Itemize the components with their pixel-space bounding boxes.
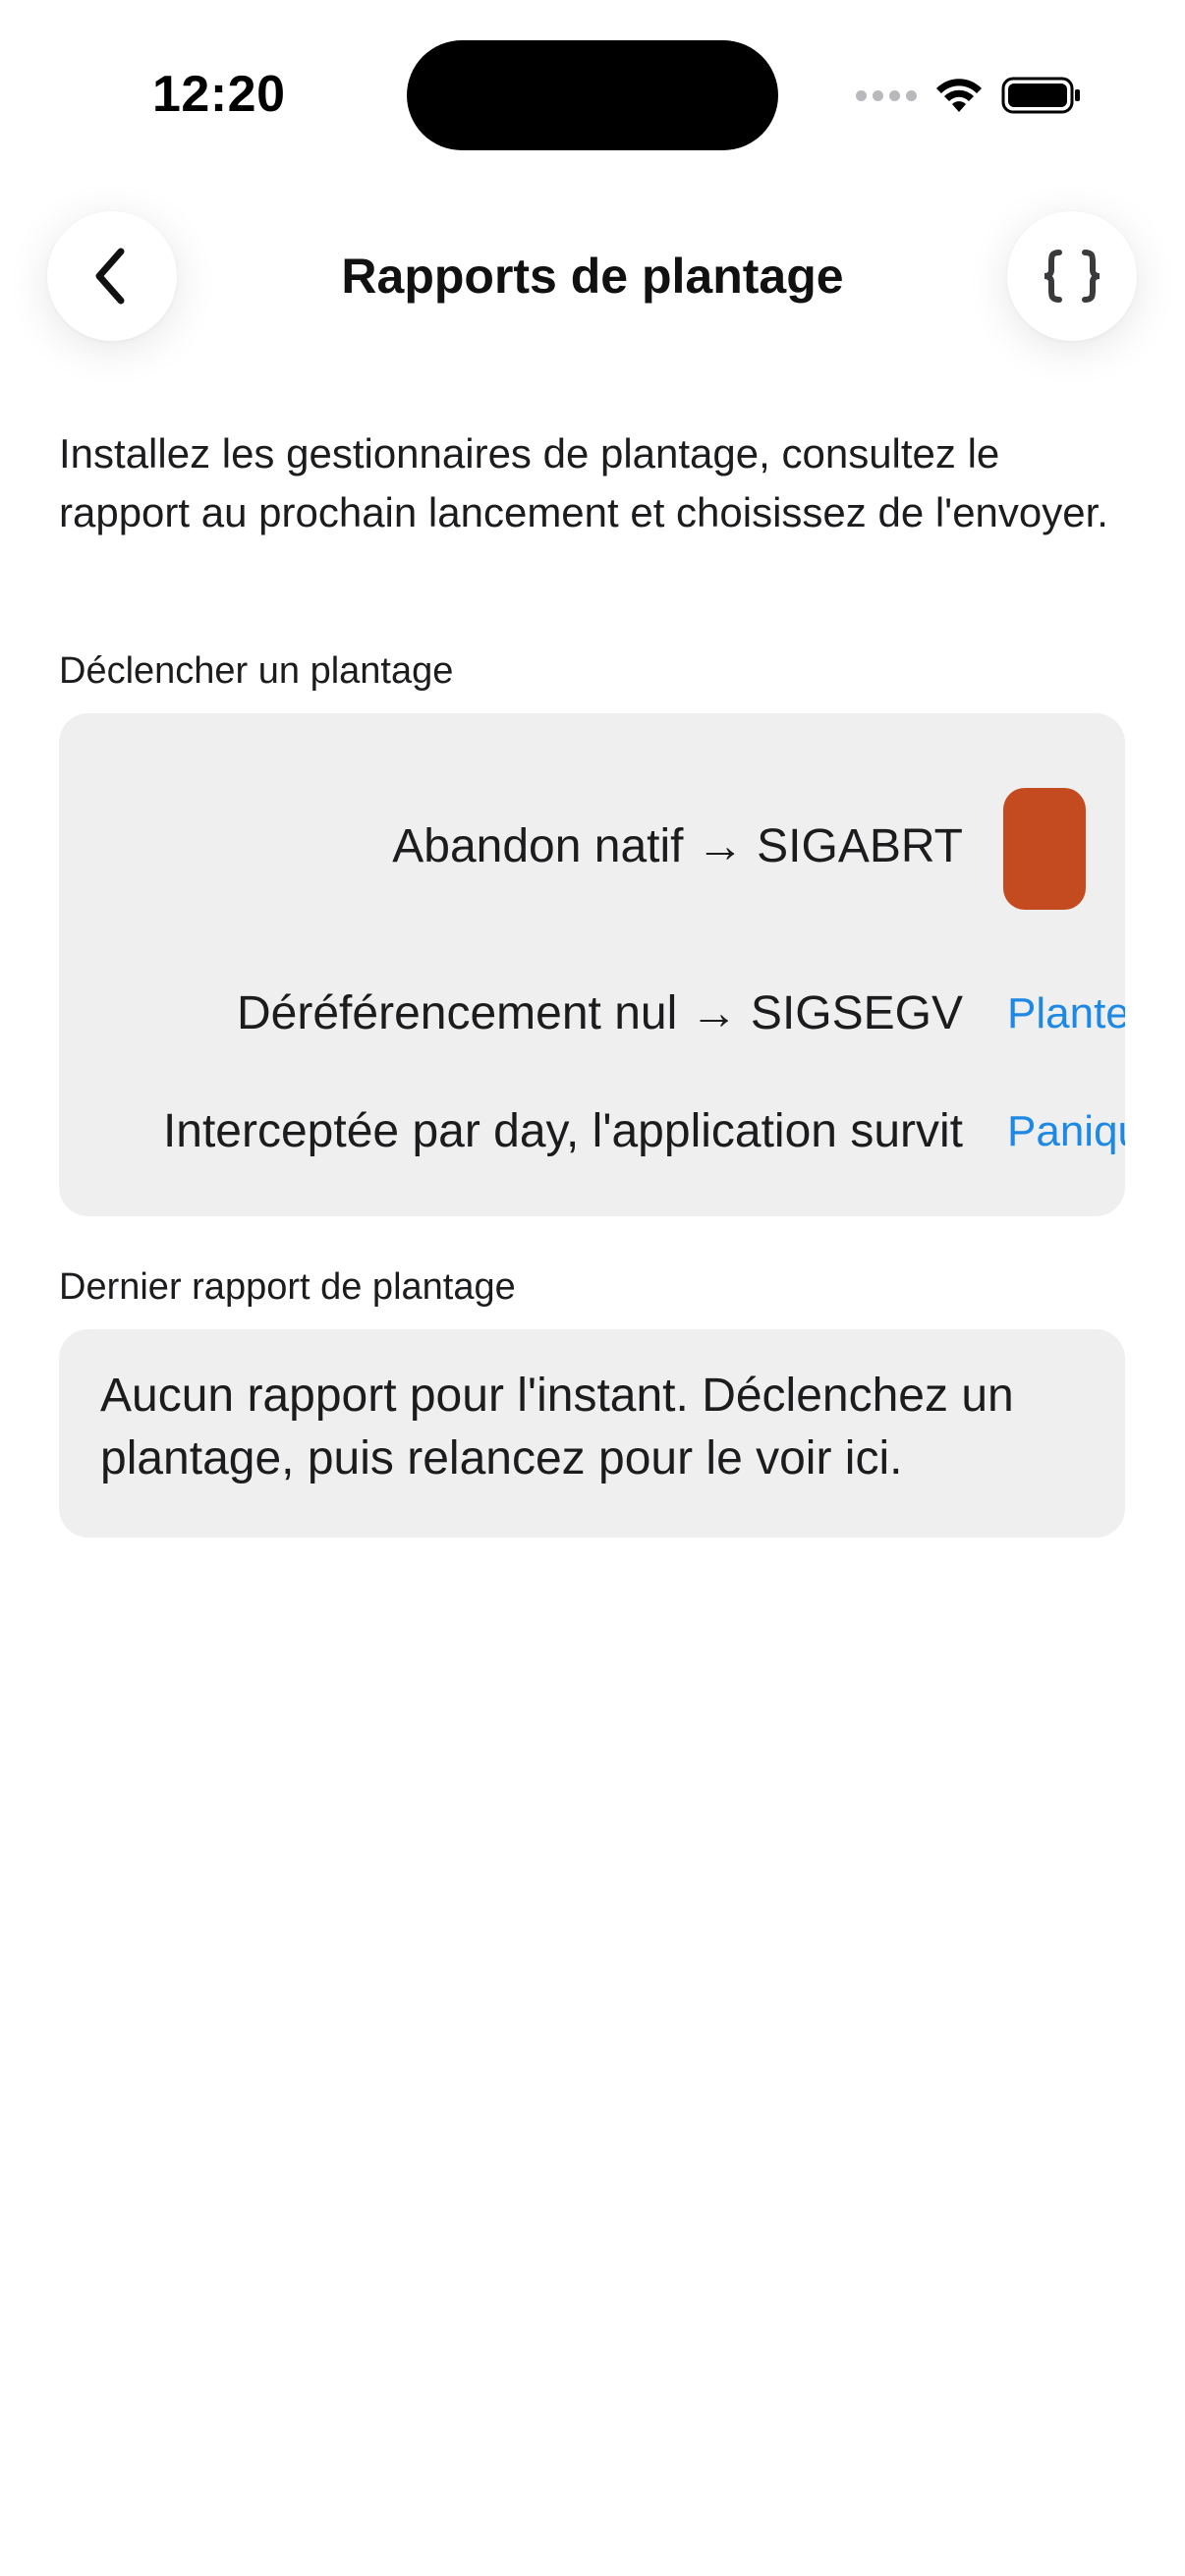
- last-report-text: Aucun rapport pour l'instant. Déclenchez…: [100, 1370, 1014, 1484]
- code-button[interactable]: [1007, 211, 1137, 341]
- status-icons: [856, 71, 1082, 120]
- battery-icon: [1001, 77, 1080, 114]
- abort-button[interactable]: [1003, 788, 1086, 910]
- status-time: 12:20: [152, 66, 286, 123]
- crash-row-label: Interceptée par day, l'application survi…: [162, 1105, 963, 1157]
- crash-null-button[interactable]: Plante: [1007, 975, 1125, 1053]
- crash-row-label: Déréférencement nul → SIGSEGV: [237, 987, 963, 1039]
- curly-braces-icon: [1044, 250, 1100, 303]
- crash-row-panic: Interceptée par day, l'application survi…: [59, 1092, 1125, 1171]
- intro-text: Installez les gestionnaires de plantage,…: [59, 430, 1108, 535]
- crash-row-abort: Abandon natif → SIGABRT: [59, 808, 1125, 886]
- panic-button[interactable]: Paniqu: [1007, 1092, 1125, 1171]
- dynamic-island: [407, 40, 778, 150]
- crash-row-null: Déréférencement nul → SIGSEGV Plante: [59, 975, 1125, 1053]
- wifi-icon: [936, 79, 982, 112]
- crash-row-label: Abandon natif → SIGABRT: [392, 820, 963, 872]
- cellular-signal-icon: [856, 89, 917, 101]
- trigger-section-label: Déclencher un plantage: [59, 650, 454, 692]
- trigger-card: Abandon natif → SIGABRT Déréférencement …: [59, 713, 1125, 1216]
- last-report-section-label: Dernier rapport de plantage: [59, 1266, 516, 1308]
- last-report-card: Aucun rapport pour l'instant. Déclenchez…: [59, 1329, 1125, 1538]
